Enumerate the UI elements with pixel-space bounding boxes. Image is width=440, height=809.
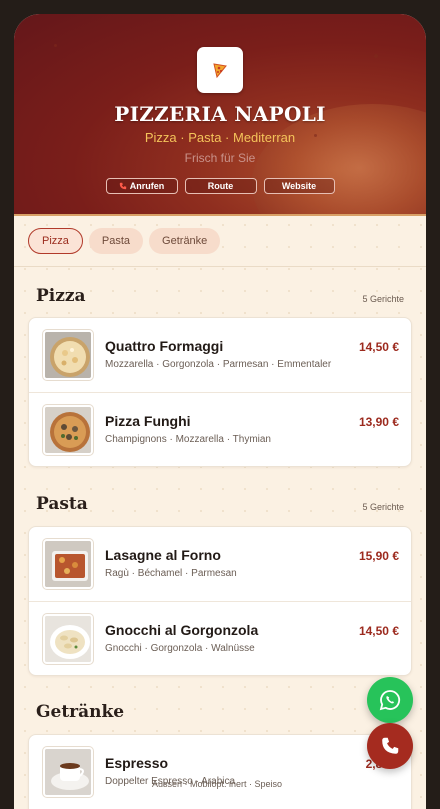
menu-item[interactable]: Lasagne al Forno Ragù · Béchamel · Parme… <box>29 527 411 601</box>
route-button[interactable]: Route <box>184 178 257 194</box>
call-button-label: Anrufen <box>129 181 165 191</box>
section-count-pizza: 5 Gerichte <box>362 294 404 304</box>
action-buttons: Anrufen Route Website <box>14 178 426 194</box>
item-description: Ragù · Béchamel · Parmesan <box>105 568 237 579</box>
pizza-slice-icon <box>213 63 227 79</box>
menu-item[interactable]: Quattro Formaggi Mozzarella · Gorgonzola… <box>29 318 411 392</box>
menu-item[interactable]: Pizza Funghi Champignons · Mozzarella · … <box>29 392 411 466</box>
tab-pasta[interactable]: Pasta <box>88 228 144 254</box>
phone-icon <box>119 182 126 190</box>
item-price: 13,90 € <box>358 415 399 429</box>
call-button[interactable]: Anrufen <box>105 178 178 194</box>
gnocchi-image <box>43 614 93 664</box>
menu-item[interactable]: Espresso Doppelter Espresso · Arabica 2,… <box>29 735 411 809</box>
section-title-getraenke: Getränke <box>36 702 125 722</box>
pizza-funghi-image <box>43 405 93 455</box>
hero-header: PIZZERIA NAPOLI Pizza · Pasta · Mediterr… <box>14 14 426 216</box>
whatsapp-icon <box>379 690 401 711</box>
item-description: Champignons · Mozzarella · Thymian <box>105 434 271 445</box>
item-name: Espresso <box>105 755 169 771</box>
restaurant-name: PIZZERIA NAPOLI <box>114 102 326 126</box>
hero-decoration <box>54 44 57 47</box>
overlapping-caption: Aussen · Mobilopt. inert · Speiso <box>152 779 283 789</box>
phone-icon <box>382 737 399 754</box>
section-count-pasta: 5 Gerichte <box>362 502 404 512</box>
restaurant-tagline: Pizza · Pasta · Mediterran <box>144 130 296 145</box>
item-name: Lasagne al Forno <box>105 547 221 563</box>
menu-item[interactable]: Gnocchi al Gorgonzola Gnocchi · Gorgonzo… <box>29 601 411 675</box>
route-button-label: Route <box>207 181 234 191</box>
menu-card-pasta: Lasagne al Forno Ragù · Béchamel · Parme… <box>28 526 412 676</box>
tabs-divider <box>14 266 426 267</box>
quattro-formaggi-image <box>43 330 93 380</box>
item-price: 14,50 € <box>358 340 399 354</box>
website-button-label: Website <box>281 181 317 191</box>
item-name: Pizza Funghi <box>105 413 191 429</box>
menu-card-getraenke: Espresso Doppelter Espresso · Arabica 2,… <box>28 734 412 809</box>
item-description: Mozzarella · Gorgonzola · Parmesan · Emm… <box>105 359 332 370</box>
section-title-pasta: Pasta <box>36 494 88 514</box>
category-tabs: Pizza Pasta Getränke <box>28 228 221 254</box>
tab-pizza[interactable]: Pizza <box>28 228 83 254</box>
section-title-pizza: Pizza <box>36 286 86 306</box>
item-description: Gnocchi · Gorgonzola · Walnüsse <box>105 643 255 654</box>
item-name: Quattro Formaggi <box>105 338 224 354</box>
call-fab-button[interactable] <box>367 723 413 769</box>
tab-getraenke[interactable]: Getränke <box>149 228 221 254</box>
whatsapp-button[interactable] <box>367 677 413 723</box>
website-button[interactable]: Website <box>263 178 335 194</box>
espresso-image <box>43 747 93 797</box>
restaurant-subtitle: Frisch für Sie <box>184 151 256 165</box>
restaurant-logo <box>197 47 243 93</box>
lasagne-image <box>43 539 93 589</box>
item-price: 14,50 € <box>358 624 399 638</box>
app-screen: PIZZERIA NAPOLI Pizza · Pasta · Mediterr… <box>14 14 426 809</box>
item-name: Gnocchi al Gorgonzola <box>105 622 259 638</box>
menu-card-pizza: Quattro Formaggi Mozzarella · Gorgonzola… <box>28 317 412 467</box>
item-price: 15,90 € <box>358 549 399 563</box>
hero-decoration <box>374 54 378 58</box>
